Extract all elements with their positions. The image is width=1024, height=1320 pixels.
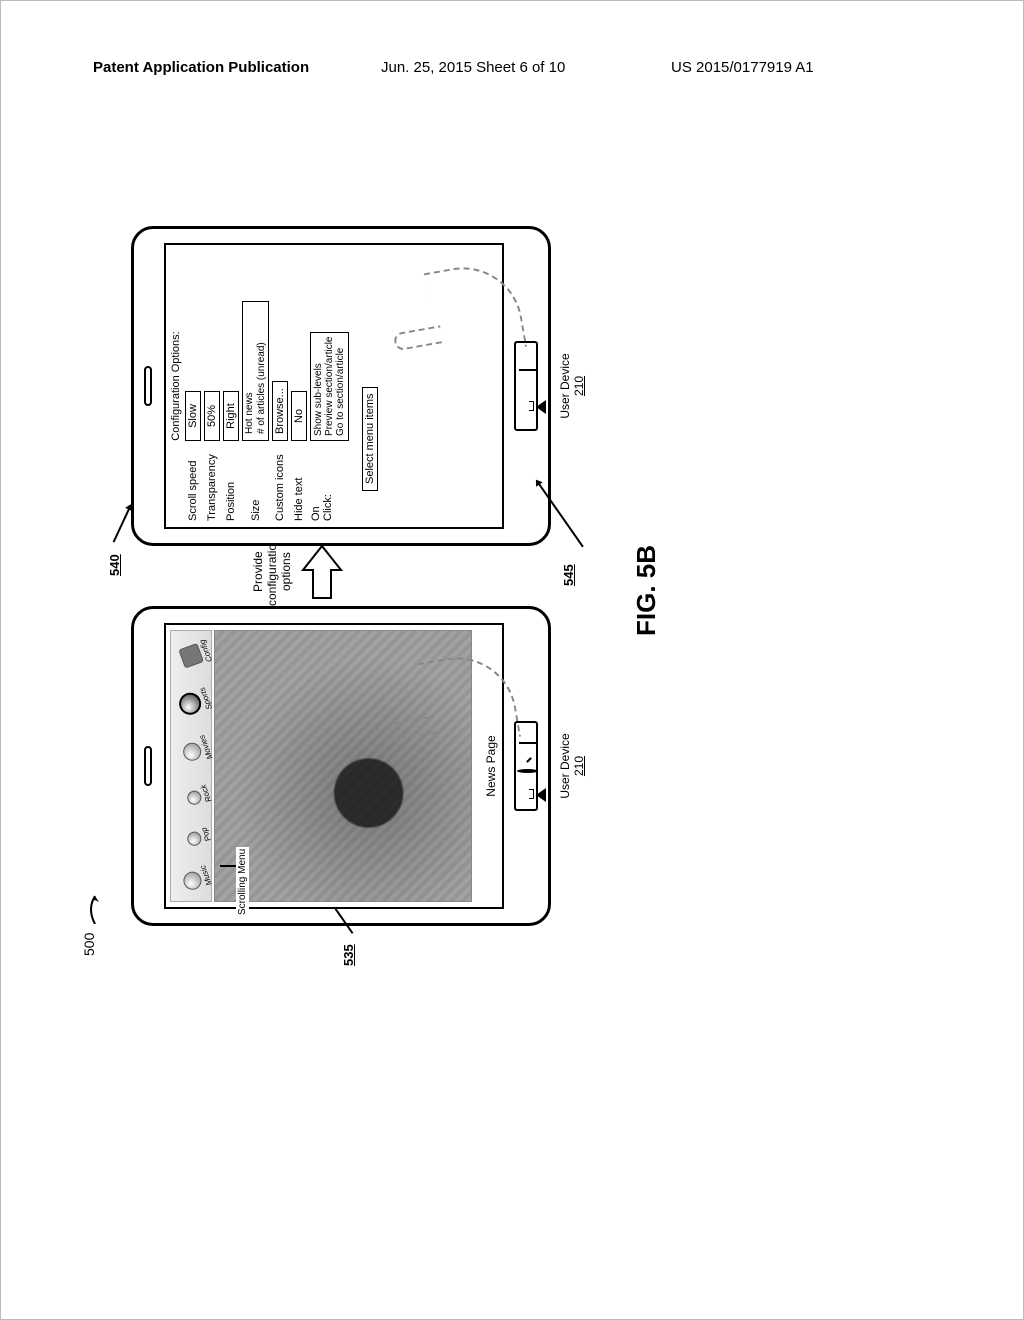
search-icon[interactable] bbox=[519, 759, 533, 773]
row-custom-icons: Custom icons Browse... bbox=[272, 251, 288, 521]
size-line2: # of articles (unread) bbox=[256, 308, 267, 434]
reference-500-text: 500 bbox=[81, 933, 97, 956]
onclick-opt1[interactable]: Show sub-levels bbox=[313, 337, 324, 436]
size-line1: Hot news bbox=[244, 308, 255, 434]
row-size: Size Hot news # of articles (unread) bbox=[242, 251, 269, 521]
row-position: Position Right bbox=[223, 251, 239, 521]
carousel-item-sports[interactable]: Sports bbox=[176, 686, 214, 719]
left-device-caption: User Device 210 bbox=[558, 733, 586, 798]
device-label-text: User Device bbox=[558, 733, 572, 798]
hand-outline bbox=[423, 258, 527, 362]
header-date-sheet: Jun. 25, 2015 Sheet 6 of 10 bbox=[381, 59, 565, 76]
reference-540-leader bbox=[113, 505, 132, 542]
arrow-label: Provide configuration options bbox=[251, 537, 293, 606]
reference-540: 540 bbox=[107, 554, 122, 576]
carousel-item-music[interactable]: Music bbox=[180, 864, 213, 893]
home-icon[interactable] bbox=[519, 401, 533, 415]
carousel-label: Rock bbox=[199, 784, 214, 804]
scrolling-menu-carousel[interactable]: Music Pop Rock Movies Sports Config bbox=[170, 630, 212, 902]
label-transparency: Transparency bbox=[206, 441, 218, 521]
right-screen: Configuration Options: Scroll speed Slow… bbox=[164, 243, 504, 529]
label-position: Position bbox=[225, 441, 237, 521]
figure-content: 500 Music Pop Rock Movies Sports Config … bbox=[91, 226, 851, 926]
carousel-item-rock[interactable]: Rock bbox=[185, 784, 214, 809]
label-size: Size bbox=[250, 441, 262, 521]
arrow-icon bbox=[299, 544, 345, 600]
home-icon[interactable] bbox=[519, 788, 533, 802]
news-page-label: News Page bbox=[484, 735, 498, 796]
back-icon[interactable] bbox=[519, 358, 533, 372]
device-label-text: User Device bbox=[558, 353, 572, 418]
carousel-item-movies[interactable]: Movies bbox=[180, 734, 215, 767]
device-number: 210 bbox=[572, 733, 586, 798]
onclick-opt2[interactable]: Preview section/article bbox=[324, 337, 335, 436]
header-publication: Patent Application Publication bbox=[93, 59, 309, 76]
value-size-box[interactable]: Hot news # of articles (unread) bbox=[242, 301, 269, 441]
row-hide-text: Hide text No bbox=[291, 251, 307, 521]
row-on-click: On Click: Show sub-levels Preview sectio… bbox=[310, 251, 349, 521]
row-scroll-speed: Scroll speed Slow bbox=[185, 251, 201, 521]
label-hide-text: Hide text bbox=[293, 441, 305, 521]
hand-outline bbox=[417, 648, 521, 752]
right-user-device: Configuration Options: Scroll speed Slow… bbox=[131, 226, 551, 546]
onclick-opt3[interactable]: Go to section/article bbox=[335, 337, 346, 436]
right-nav-bar bbox=[514, 341, 538, 431]
left-nav-bar bbox=[514, 721, 538, 811]
right-device-caption: User Device 210 bbox=[558, 353, 586, 418]
patent-page: Patent Application Publication Jun. 25, … bbox=[0, 0, 1024, 1320]
value-position[interactable]: Right bbox=[223, 391, 239, 441]
value-hide-text[interactable]: No bbox=[291, 391, 307, 441]
device-number: 210 bbox=[572, 353, 586, 418]
back-icon[interactable] bbox=[519, 730, 533, 744]
header-pub-number: US 2015/0177919 A1 bbox=[671, 59, 814, 76]
label-on-click: On Click: bbox=[310, 441, 334, 521]
value-transparency[interactable]: 50% bbox=[204, 391, 220, 441]
row-transparency: Transparency 50% bbox=[204, 251, 220, 521]
reference-535: 535 bbox=[341, 944, 356, 966]
select-menu-items-button[interactable]: Select menu items bbox=[362, 387, 378, 491]
speaker-slot bbox=[144, 366, 152, 406]
speaker-slot bbox=[144, 746, 152, 786]
transition-arrow: Provide configuration options bbox=[251, 537, 345, 606]
on-click-options[interactable]: Show sub-levels Preview section/article … bbox=[310, 332, 349, 441]
config-title: Configuration Options: bbox=[170, 251, 182, 521]
value-custom-icons[interactable]: Browse... bbox=[272, 381, 288, 441]
label-scroll-speed: Scroll speed bbox=[187, 441, 199, 521]
reference-500: 500 bbox=[81, 933, 97, 956]
reference-545: 545 bbox=[561, 564, 576, 586]
left-user-device: Music Pop Rock Movies Sports Config News… bbox=[131, 606, 551, 926]
figure-label: FIG. 5B bbox=[631, 545, 662, 636]
scrolling-menu-callout: Scrolling Menu bbox=[236, 847, 249, 917]
value-scroll-speed[interactable]: Slow bbox=[185, 391, 201, 441]
reference-500-arrow bbox=[85, 894, 105, 924]
label-custom-icons: Custom icons bbox=[274, 441, 286, 521]
carousel-item-pop[interactable]: Pop bbox=[185, 826, 212, 848]
carousel-item-config[interactable]: Config bbox=[178, 639, 214, 671]
left-screen: Music Pop Rock Movies Sports Config News… bbox=[164, 623, 504, 909]
